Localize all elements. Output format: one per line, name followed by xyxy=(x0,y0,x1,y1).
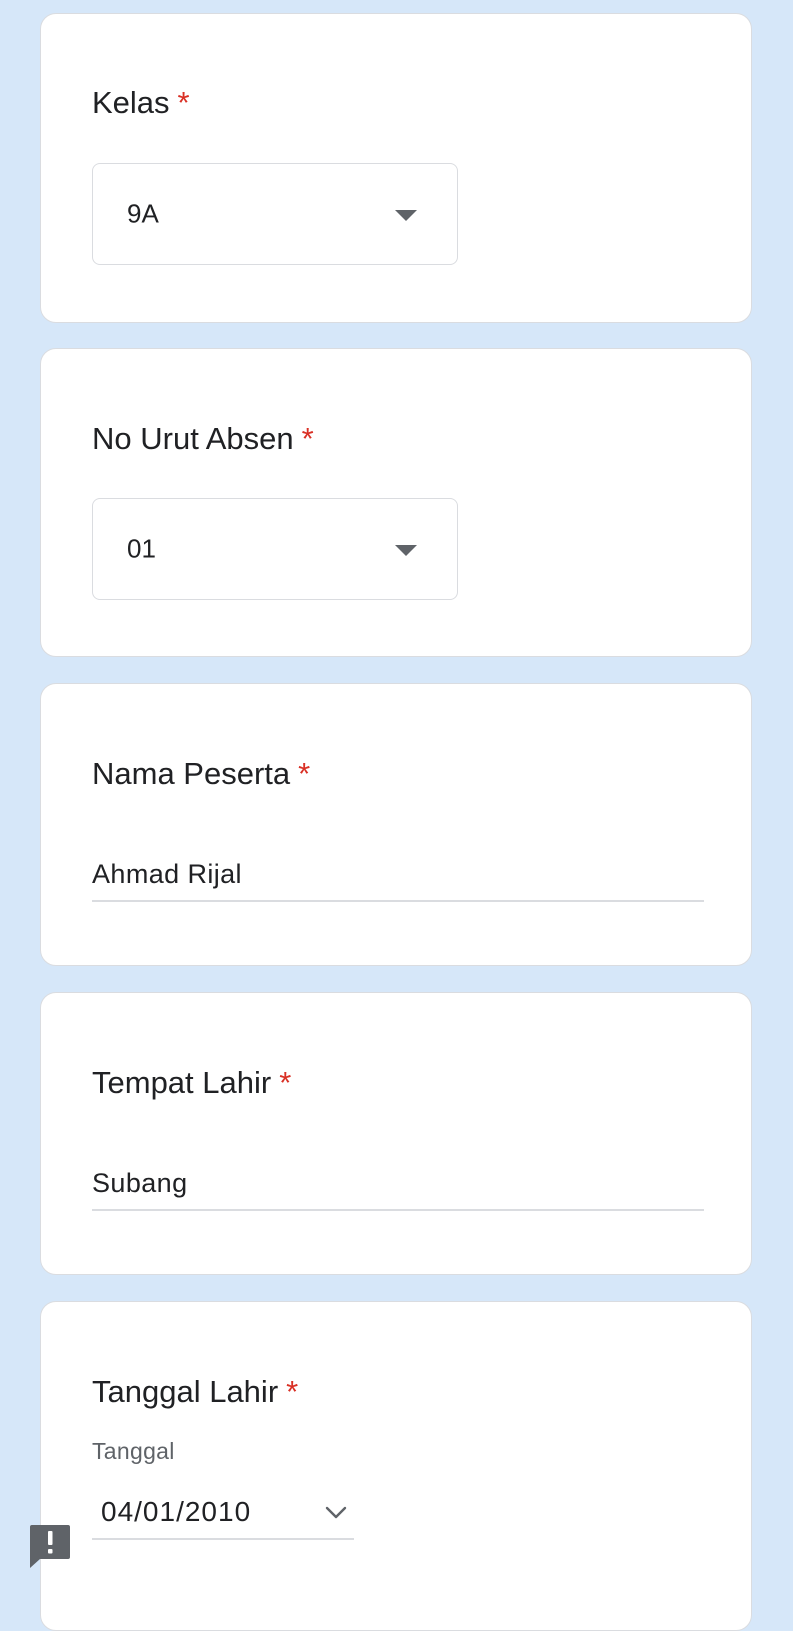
question-title-text: Tanggal Lahir xyxy=(92,1374,279,1409)
required-asterisk: * xyxy=(301,421,314,456)
tempat-text-input[interactable]: Subang xyxy=(92,1165,704,1211)
absen-selected-value: 01 xyxy=(127,533,156,564)
tanggal-date-input[interactable]: 04/01/2010 xyxy=(92,1482,354,1540)
question-title-tempat: Tempat Lahir * xyxy=(92,1067,291,1098)
tempat-input-value: Subang xyxy=(92,1168,188,1198)
required-asterisk: * xyxy=(177,85,190,120)
question-title-tanggal: Tanggal Lahir * xyxy=(92,1376,298,1407)
question-title-absen: No Urut Absen * xyxy=(92,423,314,454)
question-title-text: Nama Peserta xyxy=(92,756,291,791)
required-asterisk: * xyxy=(286,1374,299,1409)
question-card-tempat: Tempat Lahir * Subang xyxy=(40,992,752,1275)
required-asterisk: * xyxy=(298,756,311,791)
question-card-absen: No Urut Absen * 01 xyxy=(40,348,752,657)
chevron-down-icon xyxy=(325,1506,347,1519)
absen-dropdown[interactable]: 01 xyxy=(92,498,458,600)
question-title-kelas: Kelas * xyxy=(92,87,190,118)
question-card-nama: Nama Peserta * Ahmad Rijal xyxy=(40,683,752,966)
date-sub-label: Tanggal xyxy=(92,1438,175,1464)
caret-down-icon xyxy=(395,545,417,556)
question-card-tanggal: Tanggal Lahir * Tanggal 04/01/2010 xyxy=(40,1301,752,1631)
tanggal-input-value: 04/01/2010 xyxy=(101,1496,252,1527)
question-card-kelas: Kelas * 9A xyxy=(40,13,752,323)
kelas-selected-value: 9A xyxy=(127,198,159,229)
required-asterisk: * xyxy=(279,1065,292,1100)
question-title-text: No Urut Absen xyxy=(92,421,294,456)
kelas-dropdown[interactable]: 9A xyxy=(92,163,458,265)
question-title-text: Kelas xyxy=(92,85,170,120)
question-title-nama: Nama Peserta * xyxy=(92,758,310,789)
report-feedback-icon[interactable] xyxy=(28,1523,72,1569)
nama-text-input[interactable]: Ahmad Rijal xyxy=(92,856,704,902)
caret-down-icon xyxy=(395,210,417,221)
nama-input-value: Ahmad Rijal xyxy=(92,859,242,889)
question-title-text: Tempat Lahir xyxy=(92,1065,272,1100)
